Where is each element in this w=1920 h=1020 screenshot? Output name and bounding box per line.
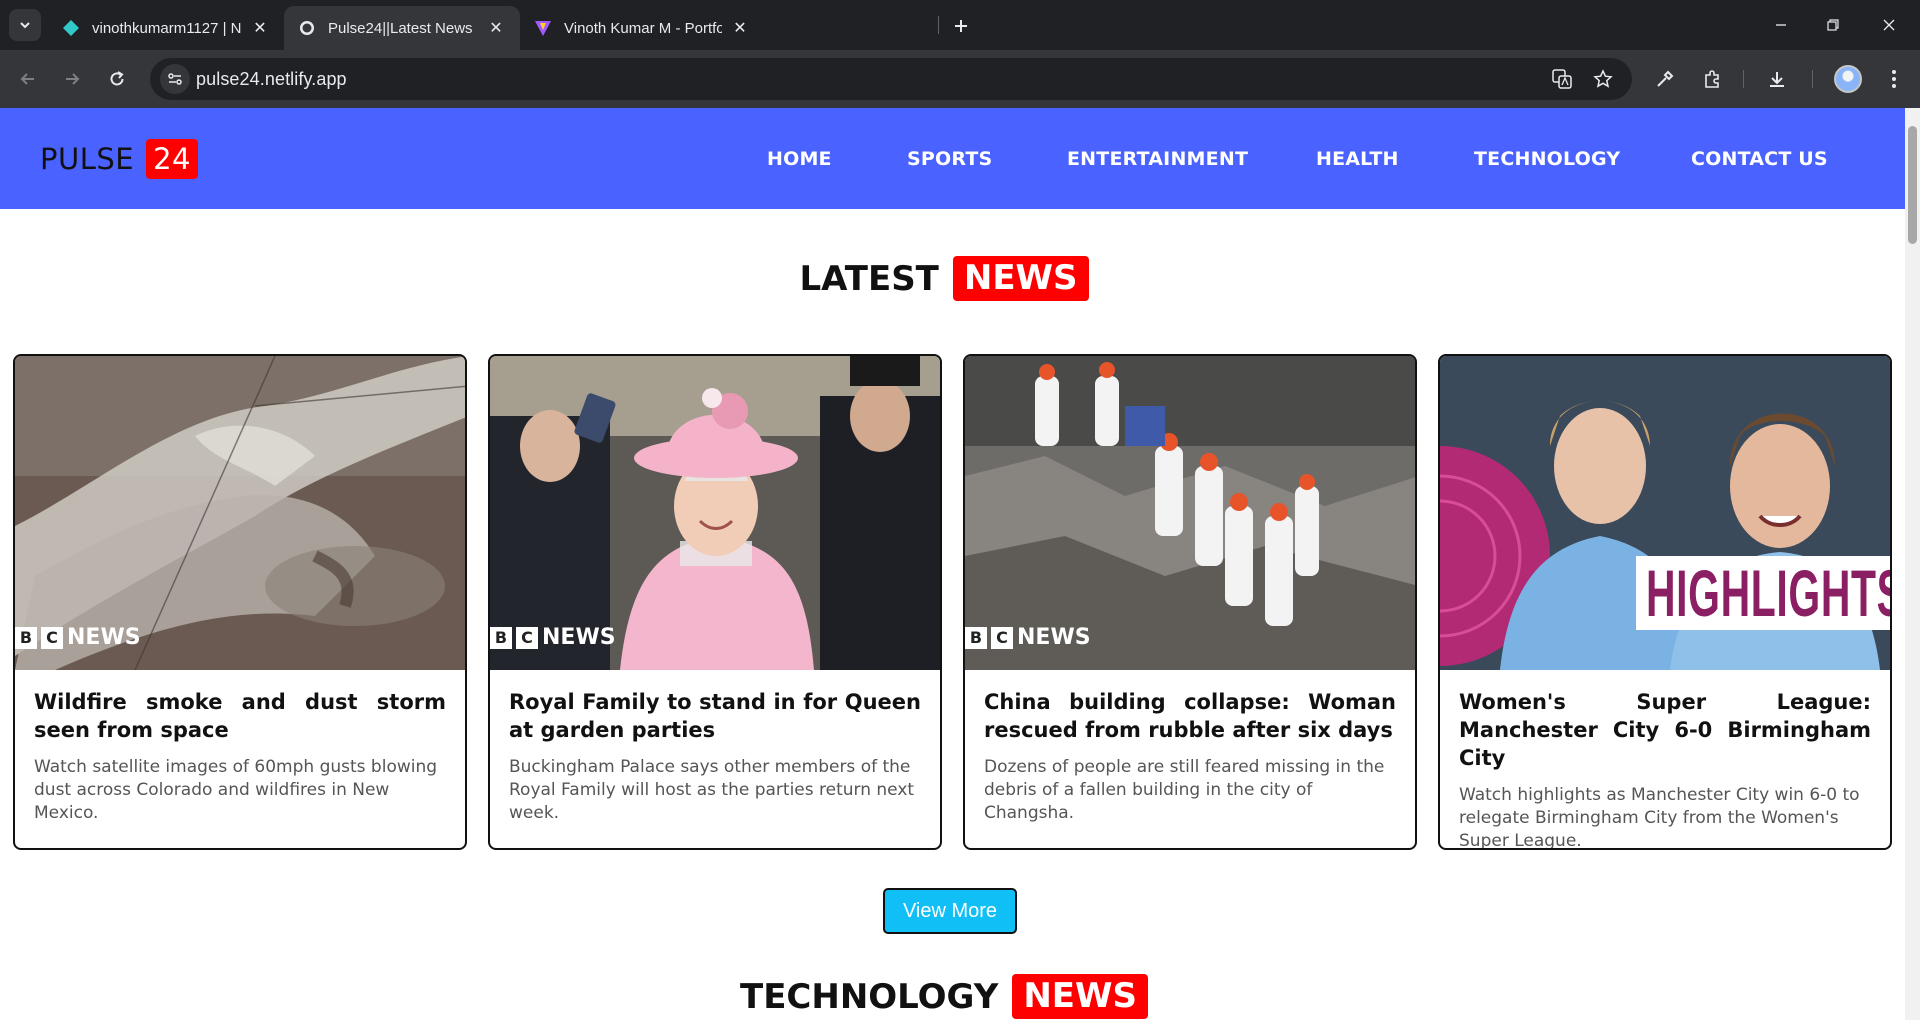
close-icon[interactable]: ✕ bbox=[730, 18, 750, 38]
nav-contact-us[interactable]: CONTACT US bbox=[1691, 148, 1828, 170]
news-image-wildfire: B C NEWS bbox=[15, 356, 465, 670]
extensions-puzzle-icon[interactable] bbox=[1698, 65, 1726, 93]
card-description: Dozens of people are still feared missin… bbox=[984, 757, 1385, 823]
page-viewport: PULSE 24 HOME SPORTS ENTERTAINMENT HEALT… bbox=[0, 108, 1905, 1020]
browser-toolbar: pulse24.netlify.app bbox=[0, 50, 1920, 108]
view-more-button[interactable]: View More bbox=[883, 888, 1017, 934]
highlights-banner: HIGHLIGHTS bbox=[1636, 556, 1890, 630]
tab-search-button[interactable] bbox=[9, 9, 41, 41]
close-window-button[interactable] bbox=[1866, 10, 1912, 40]
toolbar-divider bbox=[1743, 70, 1744, 88]
restore-icon bbox=[1827, 19, 1839, 31]
tab-portfolio[interactable]: Vinoth Kumar M - Portfolio ✕ bbox=[520, 6, 764, 50]
chevron-down-icon bbox=[20, 22, 30, 29]
nav-sports[interactable]: SPORTS bbox=[907, 148, 992, 170]
close-icon[interactable]: ✕ bbox=[486, 18, 506, 38]
tab-pulse24[interactable]: Pulse24||Latest News ✕ bbox=[284, 6, 520, 50]
profile-avatar[interactable] bbox=[1834, 65, 1862, 93]
card-description: Buckingham Palace says other members of … bbox=[509, 757, 915, 823]
plus-icon bbox=[955, 20, 967, 32]
brand-name: PULSE bbox=[40, 142, 135, 176]
heading-main: TECHNOLOGY bbox=[740, 976, 999, 1017]
page-scrollbar[interactable] bbox=[1905, 108, 1920, 1020]
netlify-icon bbox=[62, 19, 80, 37]
address-bar[interactable]: pulse24.netlify.app bbox=[150, 58, 1632, 100]
site-info-icon[interactable] bbox=[160, 64, 190, 94]
card-headline[interactable]: Wildfire smoke and dust storm seen from … bbox=[34, 688, 446, 744]
news-image-football: HIGHLIGHTS bbox=[1440, 356, 1890, 670]
tab-netlify[interactable]: vinothkumarm1127 | Netlify ✕ bbox=[48, 6, 284, 50]
news-card[interactable]: B C NEWS China building collapse: Woman re… bbox=[963, 354, 1417, 850]
bookmark-star-icon[interactable] bbox=[1591, 67, 1615, 91]
nav-home[interactable]: HOME bbox=[767, 148, 832, 170]
new-tab-button[interactable] bbox=[948, 13, 974, 39]
card-description: Watch highlights as Manchester City win … bbox=[1459, 785, 1860, 850]
news-card[interactable]: B C NEWS Royal Family to stand in for Quee… bbox=[488, 354, 942, 850]
technology-news-heading: TECHNOLOGY NEWS bbox=[0, 974, 1888, 1019]
forward-button[interactable] bbox=[56, 63, 88, 95]
news-image-queen: B C NEWS bbox=[490, 356, 940, 670]
card-description: Watch satellite images of 60mph gusts bl… bbox=[34, 757, 438, 823]
news-image-rubble: B C NEWS bbox=[965, 356, 1415, 670]
close-icon[interactable]: ✕ bbox=[250, 18, 270, 38]
heading-main: LATEST bbox=[799, 258, 939, 299]
reload-button[interactable] bbox=[101, 63, 133, 95]
restore-button[interactable] bbox=[1810, 10, 1856, 40]
site-logo[interactable]: PULSE 24 bbox=[40, 139, 199, 179]
scrollbar-thumb[interactable] bbox=[1908, 126, 1917, 244]
reload-icon bbox=[110, 71, 124, 86]
arrow-left-icon bbox=[20, 73, 34, 85]
vite-icon bbox=[534, 19, 552, 37]
bbc-news-logo: B C NEWS bbox=[15, 625, 141, 650]
nav-entertainment[interactable]: ENTERTAINMENT bbox=[1067, 148, 1248, 170]
minimize-button[interactable] bbox=[1758, 10, 1804, 40]
download-icon[interactable] bbox=[1763, 65, 1791, 93]
site-navbar: PULSE 24 HOME SPORTS ENTERTAINMENT HEALT… bbox=[0, 108, 1905, 209]
card-headline[interactable]: China building collapse: Woman rescued f… bbox=[984, 688, 1396, 744]
globe-icon bbox=[298, 19, 316, 37]
brand-number-badge: 24 bbox=[146, 139, 199, 179]
minimize-icon bbox=[1776, 24, 1786, 26]
news-card[interactable]: HIGHLIGHTS Women's Super League: Manches… bbox=[1438, 354, 1892, 850]
url-text[interactable]: pulse24.netlify.app bbox=[196, 69, 347, 90]
toolbar-divider bbox=[1812, 70, 1813, 88]
news-card[interactable]: B C NEWS Wildfire smoke and dust storm see… bbox=[13, 354, 467, 850]
browser-tab-strip: vinothkumarm1127 | Netlify ✕ Pulse24||La… bbox=[0, 0, 1920, 50]
latest-news-heading: LATEST NEWS bbox=[0, 256, 1888, 301]
tab-divider bbox=[938, 16, 939, 34]
card-headline[interactable]: Women's Super League: Manchester City 6-… bbox=[1459, 688, 1871, 772]
eyedropper-icon[interactable] bbox=[1651, 65, 1679, 93]
tab-title: Vinoth Kumar M - Portfolio bbox=[564, 19, 722, 37]
heading-highlight: NEWS bbox=[952, 256, 1089, 301]
nav-technology[interactable]: TECHNOLOGY bbox=[1474, 148, 1620, 170]
tab-title: Pulse24||Latest News bbox=[328, 19, 473, 37]
heading-highlight: NEWS bbox=[1012, 974, 1148, 1019]
arrow-right-icon bbox=[66, 73, 80, 85]
back-button[interactable] bbox=[12, 63, 44, 95]
close-icon bbox=[1883, 19, 1895, 31]
tab-title: vinothkumarm1127 | Netlify bbox=[92, 19, 242, 37]
card-headline[interactable]: Royal Family to stand in for Queen at ga… bbox=[509, 688, 921, 744]
bbc-news-logo: B C NEWS bbox=[965, 625, 1091, 650]
menu-kebab-icon[interactable] bbox=[1880, 65, 1908, 93]
translate-icon[interactable] bbox=[1550, 67, 1574, 91]
bbc-news-logo: B C NEWS bbox=[490, 625, 616, 650]
nav-health[interactable]: HEALTH bbox=[1316, 148, 1399, 170]
